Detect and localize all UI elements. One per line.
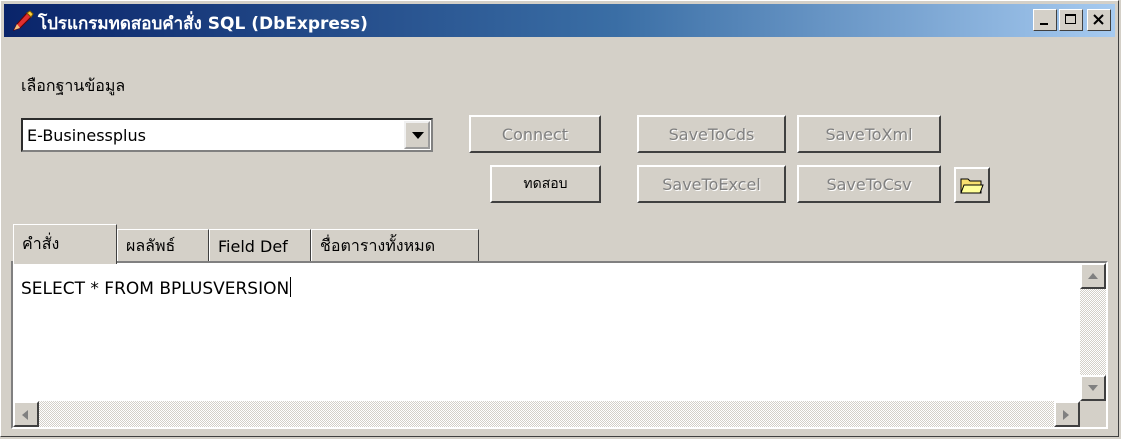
tab-command[interactable]: คำสั่ง xyxy=(13,224,117,264)
scrollbar-corner xyxy=(1080,401,1106,427)
database-label: เลือกฐานข้อมูล xyxy=(21,76,126,95)
tab-field-def[interactable]: Field Def xyxy=(209,229,311,262)
scroll-right-button[interactable] xyxy=(1054,401,1080,427)
maximize-button[interactable] xyxy=(1059,9,1083,31)
chevron-down-icon xyxy=(412,132,424,139)
text-caret xyxy=(290,277,292,297)
save-to-cds-button[interactable]: SaveToCds xyxy=(637,115,786,153)
folder-open-icon xyxy=(960,178,984,194)
sql-text: SELECT * FROM BPLUSVERSION xyxy=(21,279,290,299)
arrow-right-icon xyxy=(1063,410,1069,420)
window-title: โปรแกรมทดสอบคำสั่ง SQL (DbExpress) xyxy=(38,14,368,34)
tab-all-tables[interactable]: ชื่อตารางทั้งหมด xyxy=(311,229,479,262)
sql-editor-text: SELECT * FROM BPLUSVERSION xyxy=(21,277,292,299)
close-button[interactable] xyxy=(1087,9,1111,31)
save-to-csv-button[interactable]: SaveToCsv xyxy=(797,165,941,203)
arrow-left-icon xyxy=(22,410,28,420)
database-select-value: E-Businessplus xyxy=(27,126,146,145)
arrow-down-icon xyxy=(1088,385,1098,391)
minimize-icon xyxy=(1040,23,1048,25)
database-dropdown-button[interactable] xyxy=(404,121,430,149)
close-icon xyxy=(1093,14,1104,25)
save-to-excel-button[interactable]: SaveToExcel xyxy=(637,165,786,203)
tab-result-label: ผลลัพธ์ xyxy=(126,235,176,255)
pen-icon xyxy=(13,10,34,31)
scroll-down-button[interactable] xyxy=(1080,375,1106,401)
tab-all-tables-label: ชื่อตารางทั้งหมด xyxy=(320,235,436,255)
sql-editor[interactable]: SELECT * FROM BPLUSVERSION xyxy=(11,261,1108,429)
scroll-left-button[interactable] xyxy=(13,401,39,427)
connect-button[interactable]: Connect xyxy=(469,115,601,153)
tab-result[interactable]: ผลลัพธ์ xyxy=(117,229,209,262)
main-window: โปรแกรมทดสอบคำสั่ง SQL (DbExpress) เลือก… xyxy=(0,0,1119,437)
test-button-label: ทดสอบ xyxy=(523,176,568,192)
open-folder-button[interactable] xyxy=(954,167,990,203)
title-bar[interactable]: โปรแกรมทดสอบคำสั่ง SQL (DbExpress) xyxy=(4,4,1115,37)
save-to-xml-button[interactable]: SaveToXml xyxy=(797,115,941,153)
vertical-scrollbar[interactable] xyxy=(1080,263,1106,401)
tab-field-def-label: Field Def xyxy=(218,236,288,256)
horizontal-scrollbar[interactable] xyxy=(13,401,1080,427)
tab-command-label: คำสั่ง xyxy=(22,234,60,253)
scroll-up-button[interactable] xyxy=(1080,263,1106,289)
test-button[interactable]: ทดสอบ xyxy=(490,165,601,203)
arrow-up-icon xyxy=(1088,273,1098,279)
minimize-button[interactable] xyxy=(1033,9,1057,31)
maximize-icon xyxy=(1065,14,1076,24)
database-select[interactable]: E-Businessplus xyxy=(21,118,433,152)
